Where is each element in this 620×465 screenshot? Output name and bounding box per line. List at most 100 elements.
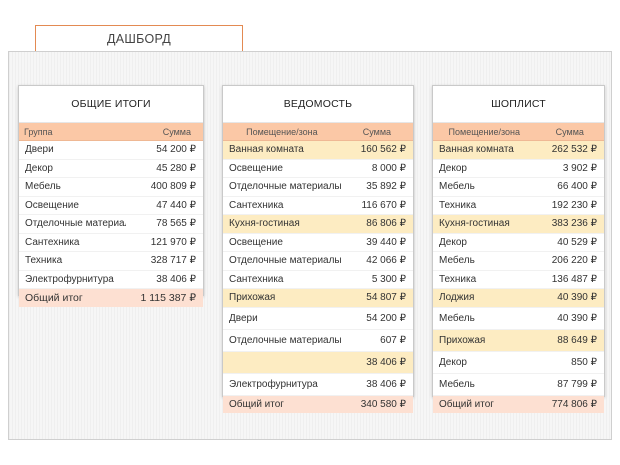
summary-table: Группа Сумма Двери 54 200 ₽ Декор 45 280 ₽ М…: [19, 123, 203, 307]
row-label: Освещение: [223, 159, 341, 178]
row-label: Двери: [223, 307, 341, 330]
table-row: Мебель 206 220 ₽: [433, 251, 604, 271]
row-label: Декор: [433, 351, 536, 374]
row-value: 39 440 ₽: [340, 233, 413, 252]
column-header-zone: Помещение/зона: [223, 123, 341, 141]
row-value: 38 406 ₽: [340, 373, 413, 396]
row-label: [223, 351, 341, 374]
row-label: Кухня-гостиная: [223, 214, 341, 234]
table-row: Отделочные материалы 607 ₽: [223, 329, 413, 352]
tab-dashboard[interactable]: ДАШБОРД: [35, 25, 243, 51]
table-row: Сантехника 5 300 ₽: [223, 270, 413, 289]
row-label: Освещение: [19, 196, 126, 215]
row-value: 38 406 ₽: [340, 351, 413, 374]
statement-card: ВЕДОМОСТЬ Помещение/зона Сумма Ванная ко…: [222, 85, 414, 413]
table-header-row: Помещение/зона Сумма: [223, 123, 413, 141]
table-row: Электрофурнитура 38 406 ₽: [223, 373, 413, 396]
table-row: Электрофурнитура 38 406 ₽: [19, 270, 203, 289]
table-row: Техника 136 487 ₽: [433, 270, 604, 289]
row-label: Мебель: [433, 251, 536, 271]
total-value: 340 580 ₽: [340, 395, 413, 413]
table-row: Отделочные материалы 42 066 ₽: [223, 251, 413, 271]
row-value: 78 565 ₽: [125, 214, 203, 234]
row-value: 40 529 ₽: [535, 233, 604, 252]
table-row: Декор 3 902 ₽: [433, 159, 604, 178]
row-value: 262 532 ₽: [535, 140, 604, 160]
row-label: Техника: [433, 196, 536, 215]
total-label: Общий итог: [223, 395, 341, 413]
row-label: Отделочные материалы: [223, 177, 341, 197]
row-value: 66 400 ₽: [535, 177, 604, 197]
card-title: ВЕДОМОСТЬ: [223, 86, 413, 123]
table-header-row: Помещение/зона Сумма: [433, 123, 604, 141]
row-value: 42 066 ₽: [340, 251, 413, 271]
row-value: 607 ₽: [340, 329, 413, 352]
row-label: Техника: [433, 270, 536, 289]
total-value: 774 806 ₽: [535, 395, 604, 413]
statement-table: Помещение/зона Сумма Ванная комната 160 5…: [223, 123, 413, 413]
table-row: Ванная комната 262 532 ₽: [433, 140, 604, 160]
total-label: Общий итог: [433, 395, 536, 413]
row-value: 40 390 ₽: [535, 307, 604, 330]
table-row: Освещение 8 000 ₽: [223, 159, 413, 178]
table-row: Лоджия 40 390 ₽: [433, 288, 604, 308]
row-label: Мебель: [433, 373, 536, 396]
row-label: Прихожая: [433, 329, 536, 352]
shoplist-card: ШОПЛИСТ Помещение/зона Сумма Ванная комн…: [432, 85, 605, 413]
table-row: Техника 192 230 ₽: [433, 196, 604, 215]
total-row: Общий итог 340 580 ₽: [223, 395, 413, 413]
row-label: Ванная комната: [223, 140, 341, 160]
table-header-row: Группа Сумма: [19, 123, 203, 141]
row-value: 47 440 ₽: [125, 196, 203, 215]
table-row: Освещение 39 440 ₽: [223, 233, 413, 252]
column-header-sum: Сумма: [125, 123, 203, 141]
row-label: Техника: [19, 251, 126, 271]
row-label: Отделочные материалы: [19, 214, 126, 234]
row-value: 383 236 ₽: [535, 214, 604, 234]
row-value: 88 649 ₽: [535, 329, 604, 352]
row-value: 87 799 ₽: [535, 373, 604, 396]
total-row: Общий итог 774 806 ₽: [433, 395, 604, 413]
row-label: Декор: [19, 159, 126, 178]
row-value: 35 892 ₽: [340, 177, 413, 197]
table-row: Мебель 87 799 ₽: [433, 373, 604, 396]
table-row: Техника 328 717 ₽: [19, 251, 203, 271]
row-label: Декор: [433, 233, 536, 252]
row-value: 3 902 ₽: [535, 159, 604, 178]
table-row: Кухня-гостиная 383 236 ₽: [433, 214, 604, 234]
row-label: Мебель: [19, 177, 126, 197]
table-row: Отделочные материалы 35 892 ₽: [223, 177, 413, 197]
row-value: 160 562 ₽: [340, 140, 413, 160]
row-value: 8 000 ₽: [340, 159, 413, 178]
total-row: Общий итог 1 115 387 ₽: [19, 288, 203, 307]
table-row: Декор 45 280 ₽: [19, 159, 203, 178]
row-value: 400 809 ₽: [125, 177, 203, 197]
row-label: Прихожая: [223, 288, 341, 308]
table-row: Отделочные материалы78 565 ₽: [19, 214, 203, 234]
dashboard-board: ОБЩИЕ ИТОГИ Группа Сумма Двери 54 200 ₽ Де…: [8, 51, 612, 440]
row-value: 121 970 ₽: [125, 233, 203, 252]
shoplist-table: Помещение/зона Сумма Ванная комната 262 5…: [433, 123, 604, 413]
row-label: Электрофурнитура: [19, 270, 126, 289]
table-row: Освещение 47 440 ₽: [19, 196, 203, 215]
table-row: Двери 54 200 ₽: [223, 307, 413, 330]
row-value: 192 230 ₽: [535, 196, 604, 215]
row-value: 45 280 ₽: [125, 159, 203, 178]
row-label: Сантехника: [19, 233, 126, 252]
table-row: Мебель 400 809 ₽: [19, 177, 203, 197]
row-label: Лоджия: [433, 288, 536, 308]
row-label: Ванная комната: [433, 140, 536, 160]
row-value: 850 ₽: [535, 351, 604, 374]
row-label: Сантехника: [223, 270, 341, 289]
tab-dashboard-label: ДАШБОРД: [106, 31, 172, 46]
row-value: 206 220 ₽: [535, 251, 604, 271]
row-value: 136 487 ₽: [535, 270, 604, 289]
row-label: Сантехника: [223, 196, 341, 215]
table-row: Прихожая 88 649 ₽: [433, 329, 604, 352]
row-label: Мебель: [433, 177, 536, 197]
table-row: Двери 54 200 ₽: [19, 140, 203, 160]
card-title: ОБЩИЕ ИТОГИ: [19, 86, 203, 123]
card-title: ШОПЛИСТ: [433, 86, 604, 123]
total-label: Общий итог: [19, 288, 126, 307]
row-label: Кухня-гостиная: [433, 214, 536, 234]
